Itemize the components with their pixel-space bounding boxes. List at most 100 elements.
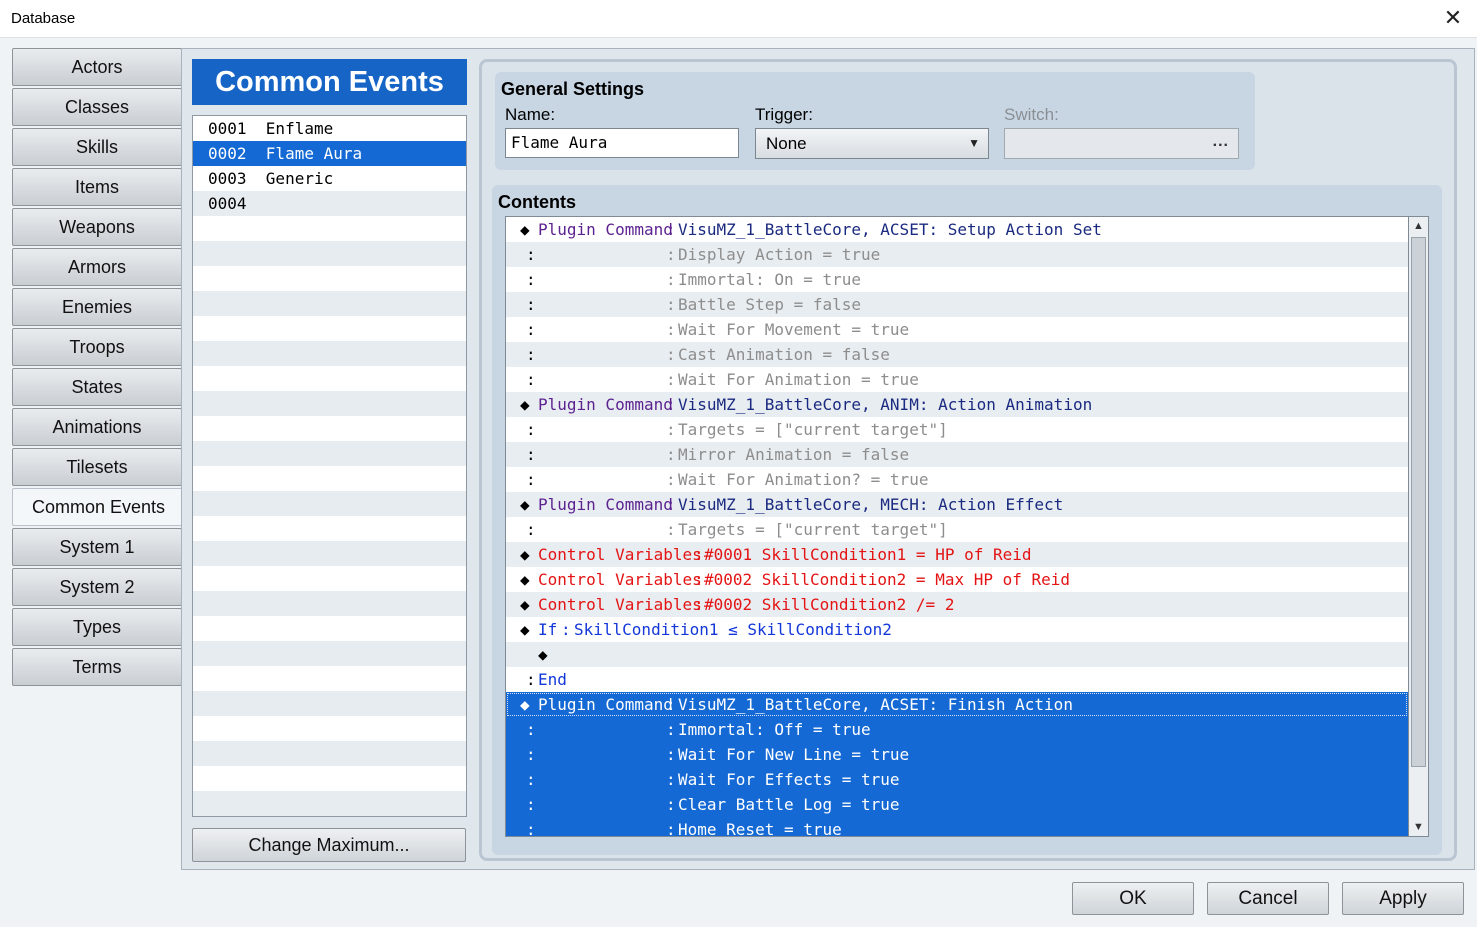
scroll-up-icon[interactable]: ▲ (1409, 217, 1428, 235)
cancel-button[interactable]: Cancel (1207, 882, 1329, 915)
sidebar-item-types[interactable]: Types (12, 608, 182, 646)
list-item[interactable] (193, 766, 466, 791)
list-item[interactable] (193, 266, 466, 291)
list-item[interactable] (193, 491, 466, 516)
command-row[interactable]: ◆ Control Variables: #0001 SkillCondition1… (506, 542, 1408, 567)
continuation-colon: : (526, 295, 536, 314)
parameter-value: Home Reset = true (678, 820, 842, 837)
sidebar-item-terms[interactable]: Terms (12, 648, 182, 686)
command-row[interactable]: :: Home Reset = true (506, 817, 1408, 837)
list-item[interactable]: 0001 Enflame (193, 116, 466, 141)
separator: : (694, 570, 704, 589)
general-settings-group: General Settings Name: Trigger: Switch: … (495, 72, 1255, 170)
close-icon[interactable]: ✕ (1441, 6, 1465, 30)
sidebar-item-items[interactable]: Items (12, 168, 182, 206)
list-item[interactable] (193, 291, 466, 316)
common-events-list[interactable]: 0001 Enflame 0002 Flame Aura 0003 Generic 0… (192, 115, 467, 817)
list-item[interactable] (193, 791, 466, 816)
list-item[interactable] (193, 341, 466, 366)
sidebar-item-common-events[interactable]: Common Events (12, 488, 184, 526)
command-row[interactable]: :: Wait For Effects = true (506, 767, 1408, 792)
sidebar-item-system-1[interactable]: System 1 (12, 528, 182, 566)
command-row[interactable]: : End (506, 667, 1408, 692)
command-row[interactable]: ◆ If: SkillCondition1 ≤ SkillCondition2 (506, 617, 1408, 642)
command-row[interactable]: :: Clear Battle Log = true (506, 792, 1408, 817)
sidebar-item-weapons[interactable]: Weapons (12, 208, 182, 246)
separator: : (561, 620, 571, 639)
list-item[interactable] (193, 466, 466, 491)
command-row[interactable]: :: Immortal: On = true (506, 267, 1408, 292)
command-row[interactable]: :: Battle Step = false (506, 292, 1408, 317)
list-item[interactable] (193, 566, 466, 591)
continuation-colon: : (526, 470, 536, 489)
sidebar-item-classes[interactable]: Classes (12, 88, 182, 126)
command-row[interactable]: :: Display Action = true (506, 242, 1408, 267)
list-item[interactable] (193, 741, 466, 766)
command-row[interactable]: ◆ Control Variables: #0002 SkillCondition2… (506, 567, 1408, 592)
separator: : (666, 495, 676, 514)
sidebar-item-tilesets[interactable]: Tilesets (12, 448, 182, 486)
trigger-label: Trigger: (755, 105, 813, 124)
sidebar-item-states[interactable]: States (12, 368, 182, 406)
sidebar-item-actors[interactable]: Actors (12, 48, 182, 86)
separator: : (666, 370, 676, 389)
list-item[interactable] (193, 666, 466, 691)
command-row[interactable]: :: Immortal: Off = true (506, 717, 1408, 742)
command-row[interactable]: :: Wait For Animation? = true (506, 467, 1408, 492)
command-row[interactable]: ◆ (506, 642, 1408, 667)
list-item[interactable] (193, 391, 466, 416)
command-row[interactable]: ◆ Plugin Command: VisuMZ_1_BattleCore, ANI… (506, 392, 1408, 417)
list-item[interactable] (193, 716, 466, 741)
command-row[interactable]: ◆ Control Variables: #0002 SkillCondition2… (506, 592, 1408, 617)
command-row[interactable]: :: Cast Animation = false (506, 342, 1408, 367)
command-row[interactable]: ◆ Plugin Command: VisuMZ_1_BattleCore, ACS… (506, 217, 1408, 242)
apply-button[interactable]: Apply (1342, 882, 1464, 915)
list-item[interactable] (193, 591, 466, 616)
list-item[interactable] (193, 416, 466, 441)
sidebar-item-animations[interactable]: Animations (12, 408, 182, 446)
list-item[interactable] (193, 441, 466, 466)
list-item[interactable] (193, 616, 466, 641)
command-row[interactable]: :: Wait For Animation = true (506, 367, 1408, 392)
list-item[interactable]: 0002 Flame Aura (193, 141, 466, 166)
command-list-scrollbar[interactable]: ▲ ▼ (1409, 216, 1429, 837)
list-item[interactable] (193, 241, 466, 266)
trigger-select[interactable]: None ▼ (755, 128, 989, 159)
list-item[interactable]: 0003 Generic (193, 166, 466, 191)
command-row[interactable]: :: Targets = ["current target"] (506, 517, 1408, 542)
switch-selector[interactable]: ... (1004, 128, 1239, 159)
ok-button[interactable]: OK (1072, 882, 1194, 915)
command-row[interactable]: ◆ Plugin Command: VisuMZ_1_BattleCore, ACS… (506, 692, 1408, 717)
command-row[interactable]: :: Mirror Animation = false (506, 442, 1408, 467)
sidebar-item-skills[interactable]: Skills (12, 128, 182, 166)
sidebar-item-enemies[interactable]: Enemies (12, 288, 182, 326)
list-item[interactable] (193, 541, 466, 566)
parameter-value: Wait For Animation? = true (678, 470, 929, 489)
sidebar-item-troops[interactable]: Troops (12, 328, 182, 366)
list-item[interactable] (193, 516, 466, 541)
command-row[interactable]: :: Wait For Movement = true (506, 317, 1408, 342)
event-command-list[interactable]: ◆ Plugin Command: VisuMZ_1_BattleCore, ACS… (505, 216, 1409, 837)
sidebar-item-system-2[interactable]: System 2 (12, 568, 182, 606)
command-label: Plugin Command (538, 220, 673, 239)
name-input[interactable]: Flame Aura (505, 128, 739, 158)
continuation-colon: : (526, 370, 536, 389)
list-item[interactable] (193, 641, 466, 666)
list-item[interactable] (193, 316, 466, 341)
diamond-icon: ◆ (520, 220, 530, 239)
command-row[interactable]: :: Targets = ["current target"] (506, 417, 1408, 442)
ellipsis-button[interactable]: ... (1213, 133, 1229, 151)
parameter-value: Targets = ["current target"] (678, 520, 948, 539)
command-row[interactable]: ◆ Plugin Command: VisuMZ_1_BattleCore, MEC… (506, 492, 1408, 517)
list-item[interactable] (193, 366, 466, 391)
scroll-thumb[interactable] (1411, 237, 1426, 767)
list-item[interactable] (193, 216, 466, 241)
sidebar-item-armors[interactable]: Armors (12, 248, 182, 286)
list-item[interactable] (193, 691, 466, 716)
separator: : (666, 420, 676, 439)
change-maximum-button[interactable]: Change Maximum... (192, 828, 466, 862)
scroll-down-icon[interactable]: ▼ (1409, 818, 1428, 836)
command-row[interactable]: :: Wait For New Line = true (506, 742, 1408, 767)
diamond-icon: ◆ (520, 595, 530, 614)
list-item[interactable]: 0004 (193, 191, 466, 216)
